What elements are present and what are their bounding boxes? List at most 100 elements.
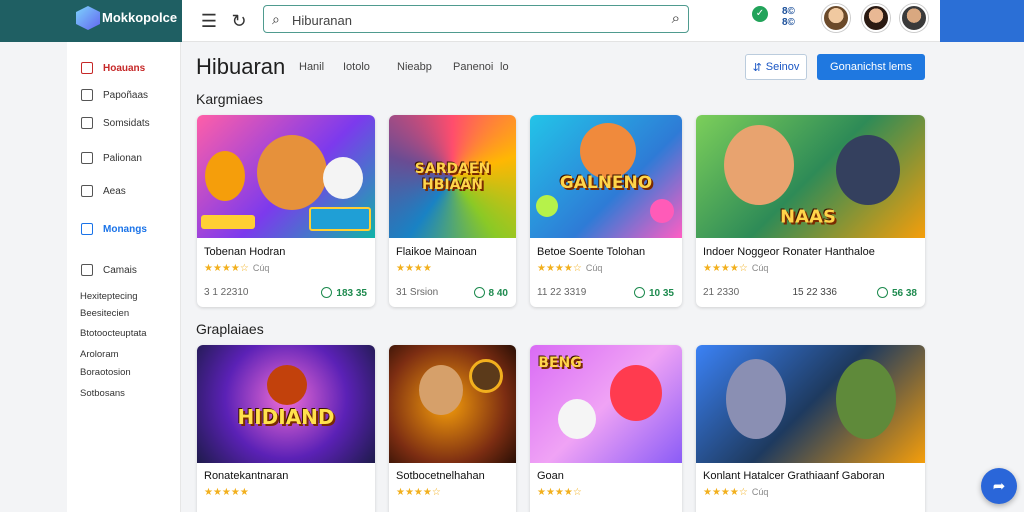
game-title: Sotbocetnelhahan <box>396 470 485 482</box>
avatar[interactable] <box>900 4 928 32</box>
game-logo-text: NAAS <box>780 206 836 228</box>
bear-character-icon <box>257 135 327 210</box>
game-meta: 11 22 3319 <box>537 287 587 298</box>
rating-stars: ★★★★☆ Cúq <box>703 487 769 498</box>
avatar[interactable] <box>862 4 890 32</box>
sidebar-item-somsidats[interactable]: Somsidats <box>81 117 150 129</box>
sidebar-subitem[interactable]: Beesitecien <box>80 308 129 319</box>
rating-count: Cúq <box>751 263 769 273</box>
tab-nieabp[interactable]: Nieabp <box>397 61 432 73</box>
panda-character-icon <box>323 157 363 199</box>
app-logo-icon <box>76 6 100 30</box>
check-icon <box>81 223 93 235</box>
sidebar: Hoauans Papoñaas Somsidats Palionan Aeas… <box>67 42 181 512</box>
search-input[interactable] <box>292 10 652 30</box>
game-meta: 21 2330 <box>703 287 740 298</box>
menu-icon[interactable]: ☰ <box>196 8 222 34</box>
primary-button[interactable]: Gonanichst lems <box>817 54 925 80</box>
share-icon: ➦ <box>992 478 1006 495</box>
tab-panenoi[interactable]: Panenoi <box>453 61 493 73</box>
secondary-button[interactable]: ⇵ Seinov <box>745 54 807 80</box>
player-count-value: 183 35 <box>336 288 367 299</box>
game-card[interactable]: BENG Goan ★★★★☆ <box>530 345 682 512</box>
tab-lo[interactable]: lo <box>500 61 509 73</box>
game-meta: 3 1 22310 <box>204 287 249 298</box>
game-meta-secondary: 15 22 336 <box>792 287 838 298</box>
section-title: Graplaiaes <box>196 321 264 337</box>
sidebar-item-label: Hoauans <box>103 62 146 74</box>
player-count: 8 40 <box>473 287 508 299</box>
bag-icon <box>81 89 93 101</box>
sliders-icon: ⇵ <box>752 61 762 74</box>
search-bar[interactable]: ⌕ ⌕ <box>263 5 689 33</box>
rating-stars: ★★★★☆ Cúq <box>537 263 603 274</box>
player-count-value: 10 35 <box>648 288 674 299</box>
avatar[interactable] <box>822 4 850 32</box>
grid-icon <box>81 62 93 74</box>
game-title: Betoe Soente Tolohan <box>537 246 646 258</box>
sidebar-item-palionan[interactable]: Palionan <box>81 152 142 164</box>
game-title: Konlant Hatalcer Grathiaanf Gaboran <box>703 470 885 482</box>
game-title: Flaikoe Mainoan <box>396 246 477 258</box>
sidebar-subitem[interactable]: Boraotosion <box>80 367 131 378</box>
monster-character-icon <box>580 123 636 179</box>
rating-stars: ★★★★ <box>396 263 432 274</box>
rating-stars: ★★★★☆ <box>537 487 582 498</box>
game-title: Ronatekantnaran <box>204 470 289 482</box>
player-icon <box>321 287 333 298</box>
art-banner <box>309 207 371 231</box>
monster-character-icon <box>610 365 662 421</box>
online-status-icon[interactable]: ✓ <box>752 6 768 22</box>
game-card[interactable]: Tobenan Hodran ★★★★☆ Cúq 3 1 22310 183 35 <box>197 115 375 307</box>
brand[interactable]: Mokkopolce <box>0 0 182 42</box>
refresh-icon[interactable]: ↻ <box>226 8 252 34</box>
game-art: NAAS <box>696 115 925 238</box>
tab-iotolo[interactable]: Iotolo <box>343 61 370 73</box>
sidebar-subitem[interactable]: Sotbosans <box>80 388 125 399</box>
player-count: 10 35 <box>633 287 674 299</box>
art-banner <box>201 215 255 229</box>
sidebar-item-aeas[interactable]: Aeas <box>81 185 126 197</box>
game-art <box>389 345 516 463</box>
explorer-character-icon <box>419 365 463 415</box>
rating-stars: ★★★★☆ Cúq <box>204 263 270 274</box>
section-title: Kargmiaes <box>196 91 263 107</box>
search-submit-icon[interactable]: ⌕ <box>672 10 680 27</box>
game-card[interactable]: SARDAEN HBIAAN Flaikoe Mainoan ★★★★ 31 S… <box>389 115 516 307</box>
sidebar-item-camais[interactable]: Camais <box>81 264 137 276</box>
rating-stars: ★★★★☆ <box>396 487 441 498</box>
game-art: BENG <box>530 345 682 463</box>
game-art: GALNENO <box>530 115 682 238</box>
search-icon: ⌕ <box>272 11 280 27</box>
cart-icon <box>81 264 93 276</box>
rating-count: Cúq <box>751 487 769 497</box>
player-count-value: 8 40 <box>488 288 508 299</box>
game-card[interactable]: NAAS Indoer Noggeor Ronater Hanthaloe ★★… <box>696 115 925 307</box>
candy-icon <box>536 195 558 217</box>
sidebar-item-hoauans[interactable]: Hoauans <box>81 62 145 74</box>
game-card[interactable]: GALNENO Betoe Soente Tolohan ★★★★☆ Cúq 11… <box>530 115 682 307</box>
player-count: 56 38 <box>876 287 917 299</box>
bear-character-icon <box>836 135 900 205</box>
page-title: Hibuaran <box>196 54 286 79</box>
sidebar-item-monangs[interactable]: Monangs <box>81 223 147 235</box>
sidebar-subitem[interactable]: Hexiteptecing <box>80 291 138 302</box>
game-card[interactable]: HIDIAND Ronatekantnaran ★★★★★ <box>197 345 375 512</box>
notification-badge[interactable]: 8© 8© <box>782 6 795 28</box>
game-title: Goan <box>537 470 564 482</box>
sidebar-subitem[interactable]: Btotoocteuptata <box>80 328 147 339</box>
sidebar-item-label: Monangs <box>103 223 147 235</box>
game-card[interactable]: Sotbocetnelhahan ★★★★☆ <box>389 345 516 512</box>
game-card[interactable]: Konlant Hatalcer Grathiaanf Gaboran ★★★★… <box>696 345 925 512</box>
player-icon <box>473 287 485 298</box>
sidebar-subitem[interactable]: Aroloram <box>80 349 119 360</box>
box-icon <box>81 117 93 129</box>
sidebar-item-papoñaas[interactable]: Papoñaas <box>81 89 148 101</box>
game-art: HIDIAND <box>197 345 375 463</box>
tab-hanil[interactable]: Hanil <box>299 61 324 73</box>
header-accent <box>940 0 1024 42</box>
sidebar-item-label: Somsidats <box>103 117 150 129</box>
share-button[interactable]: ➦ <box>981 468 1017 504</box>
rating-count: Cúq <box>252 263 270 273</box>
sidebar-item-label: Camais <box>103 264 137 276</box>
